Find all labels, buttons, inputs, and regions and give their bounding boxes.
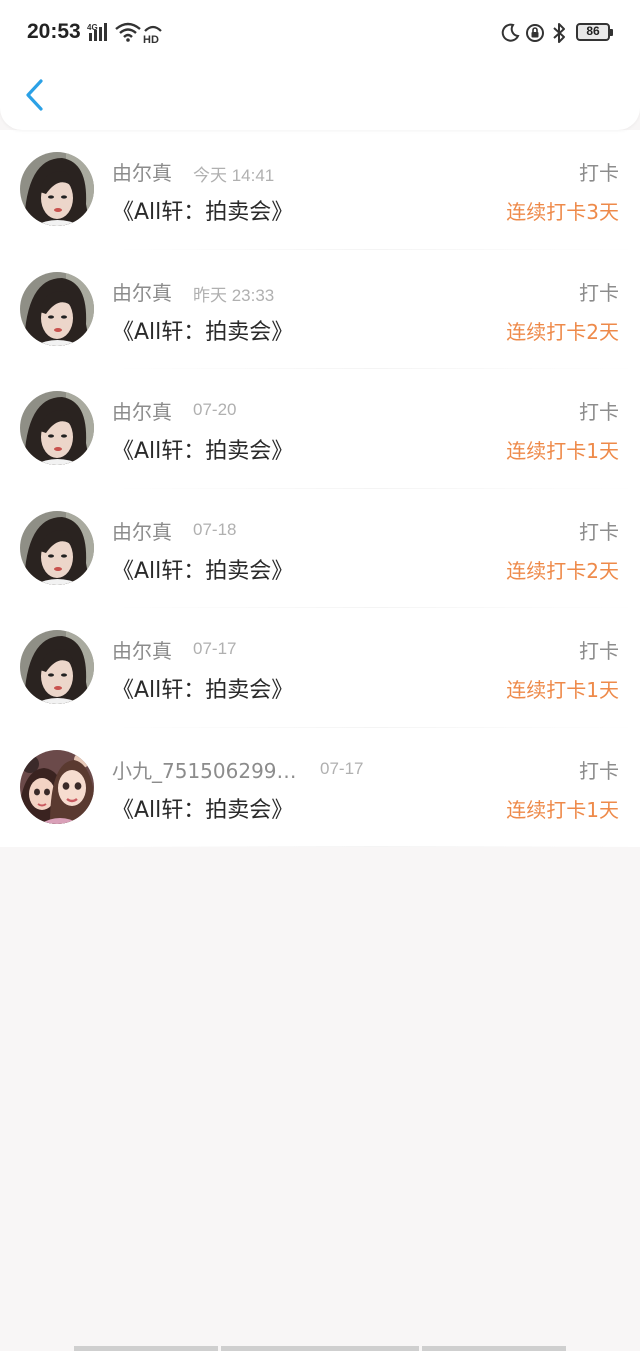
user-name: 由尔真: [112, 280, 172, 305]
checkin-date: 07-18: [193, 519, 237, 539]
checkin-date: 昨天 23:33: [193, 285, 275, 305]
checkin-date: 07-17: [193, 639, 237, 658]
checkin-list: 由尔真 今天 14:41 《All轩：拍卖会》 打卡 连续打卡3天 由尔真 昨天…: [0, 130, 640, 847]
book-title: 《All轩：拍卖会》: [112, 439, 294, 464]
book-title: 《All轩：拍卖会》: [112, 200, 294, 225]
user-name: 由尔真: [112, 519, 172, 544]
checkin-label: 打卡: [579, 280, 619, 305]
photo-avatar: [20, 152, 94, 226]
navigation-bar[interactable]: [74, 1346, 566, 1351]
list-item[interactable]: 由尔真 07-18 《All轩：拍卖会》 打卡 连续打卡2天: [0, 489, 640, 609]
photo-avatar: [20, 510, 94, 585]
moon-icon: [500, 23, 520, 47]
wifi-icon: [115, 22, 141, 46]
top-bar: 20:53 4G HD 86: [0, 0, 640, 130]
photo-avatar: [20, 391, 94, 465]
checkin-date: 07-17: [320, 758, 364, 778]
streak-label: 连续打卡1天: [506, 797, 619, 822]
checkin-label: 打卡: [579, 758, 619, 783]
checkin-label: 打卡: [579, 639, 619, 663]
hd-label: HD: [143, 34, 159, 44]
checkin-label: 打卡: [579, 519, 619, 544]
photo-avatar: [20, 271, 94, 346]
checkin-date: 今天 14:41: [193, 166, 275, 185]
checkin-label: 打卡: [579, 161, 619, 185]
list-item[interactable]: 由尔真 07-20 《All轩：拍卖会》 打卡 连续打卡1天: [0, 369, 640, 489]
user-name: 由尔真: [112, 639, 172, 663]
battery-level: 86: [586, 24, 600, 38]
book-title: 《All轩：拍卖会》: [112, 558, 294, 584]
book-title: 《All轩：拍卖会》: [112, 797, 294, 823]
streak-label: 连续打卡3天: [506, 200, 619, 224]
checkin-label: 打卡: [579, 400, 619, 424]
hd-icon: HD: [142, 22, 164, 48]
streak-label: 连续打卡2天: [506, 319, 619, 344]
list-item[interactable]: 由尔真 07-17 《All轩：拍卖会》 打卡 连续打卡1天: [0, 608, 640, 728]
checkin-date: 07-20: [193, 400, 237, 419]
user-name: 由尔真: [112, 161, 172, 185]
book-title: 《All轩：拍卖会》: [112, 678, 294, 703]
rotation-lock-icon: [525, 23, 545, 47]
signal-icon: 4G: [87, 22, 111, 46]
cartoon-avatar: [20, 749, 94, 824]
photo-avatar: [20, 630, 94, 704]
user-name: 由尔真: [112, 400, 172, 424]
status-bar: 20:53 4G HD 86: [0, 0, 640, 66]
list-item[interactable]: 小九_7515062998... 07-17 《All轩：拍卖会》 打卡 连续打…: [0, 728, 640, 848]
user-name: 小九_7515062998...: [112, 758, 297, 783]
battery-icon: 86: [576, 23, 613, 41]
streak-label: 连续打卡1天: [506, 439, 619, 463]
status-time: 20:53: [27, 20, 81, 43]
chevron-left-icon: [26, 79, 43, 111]
streak-label: 连续打卡1天: [506, 678, 619, 702]
list-item[interactable]: 由尔真 昨天 23:33 《All轩：拍卖会》 打卡 连续打卡2天: [0, 250, 640, 370]
back-button[interactable]: [18, 72, 58, 118]
book-title: 《All轩：拍卖会》: [112, 319, 294, 345]
bluetooth-icon: [551, 22, 567, 48]
streak-label: 连续打卡2天: [506, 558, 619, 583]
list-item[interactable]: 由尔真 今天 14:41 《All轩：拍卖会》 打卡 连续打卡3天: [0, 130, 640, 250]
